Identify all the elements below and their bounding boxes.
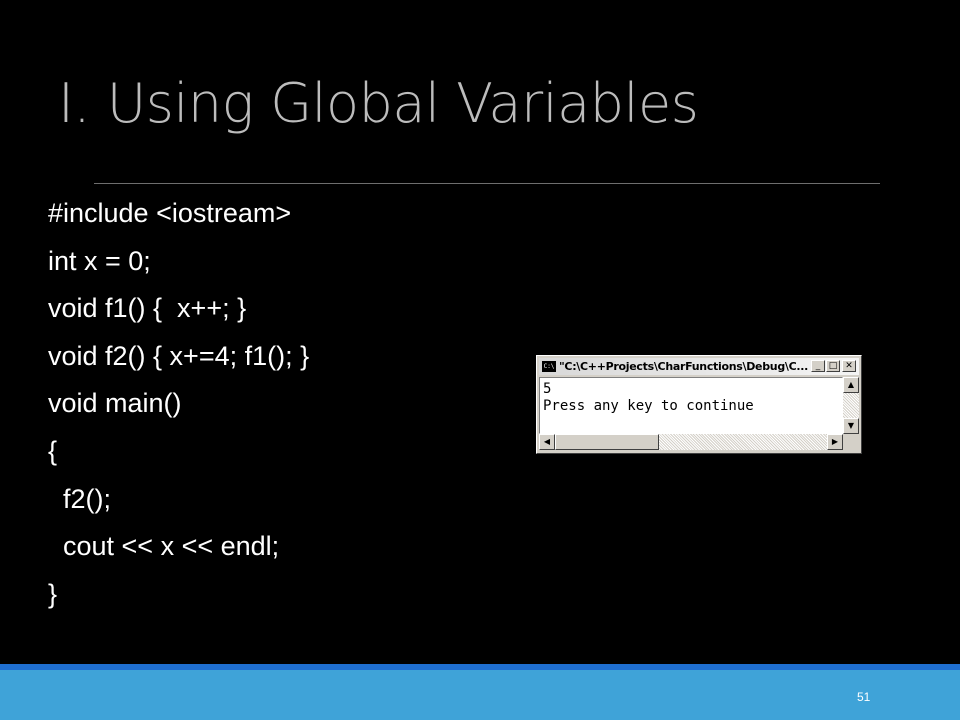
title-divider xyxy=(94,183,880,184)
code-line: cout << x << endl; xyxy=(48,531,280,562)
code-listing: #include <iostream> int x = 0; void f1()… xyxy=(48,191,309,619)
vertical-scrollbar[interactable]: ▲ ▼ xyxy=(843,377,859,434)
scroll-right-arrow-icon[interactable]: ▶ xyxy=(827,434,843,450)
horizontal-scroll-track[interactable] xyxy=(659,434,827,450)
horizontal-scrollbar[interactable]: ◀ ▶ xyxy=(539,434,843,450)
scrollbar-corner xyxy=(843,434,859,450)
minimize-button[interactable]: _ xyxy=(811,360,825,372)
console-window-title: "C:\C++Projects\CharFunctions\Debug\C... xyxy=(559,360,809,373)
console-output-line: 5 xyxy=(543,381,552,397)
code-line: int x = 0; xyxy=(48,245,151,276)
console-title-bar[interactable]: C:\ "C:\C++Projects\CharFunctions\Debug\… xyxy=(539,358,859,375)
slide-title: I. Using Global Variables xyxy=(58,72,699,135)
page-number: 51 xyxy=(857,690,871,704)
console-output-line: Press any key to continue xyxy=(543,398,754,414)
slide: I. Using Global Variables #include <iost… xyxy=(0,0,960,720)
code-line: { xyxy=(48,435,58,466)
console-output-area[interactable]: 5 Press any key to continue xyxy=(539,377,843,434)
code-line: void f2() { x+=4; f1(); } xyxy=(48,340,310,371)
horizontal-scroll-thumb[interactable] xyxy=(555,434,659,450)
footer-accent-stripe xyxy=(0,664,960,670)
code-line: #include <iostream> xyxy=(48,198,292,228)
footer-band: 51 xyxy=(0,664,960,720)
scroll-down-arrow-icon[interactable]: ▼ xyxy=(843,418,859,434)
maximize-button[interactable]: □ xyxy=(826,360,840,372)
vertical-scroll-track[interactable] xyxy=(843,393,859,418)
scroll-up-arrow-icon[interactable]: ▲ xyxy=(843,377,859,393)
code-line: void f1() { x++; } xyxy=(48,293,247,324)
code-line: f2(); xyxy=(48,483,112,514)
console-window[interactable]: C:\ "C:\C++Projects\CharFunctions\Debug\… xyxy=(536,355,862,454)
code-line: } xyxy=(48,578,58,609)
code-line: void main() xyxy=(48,388,182,419)
console-app-icon[interactable]: C:\ xyxy=(542,361,556,372)
scroll-left-arrow-icon[interactable]: ◀ xyxy=(539,434,555,450)
close-button[interactable]: ✕ xyxy=(842,360,856,372)
